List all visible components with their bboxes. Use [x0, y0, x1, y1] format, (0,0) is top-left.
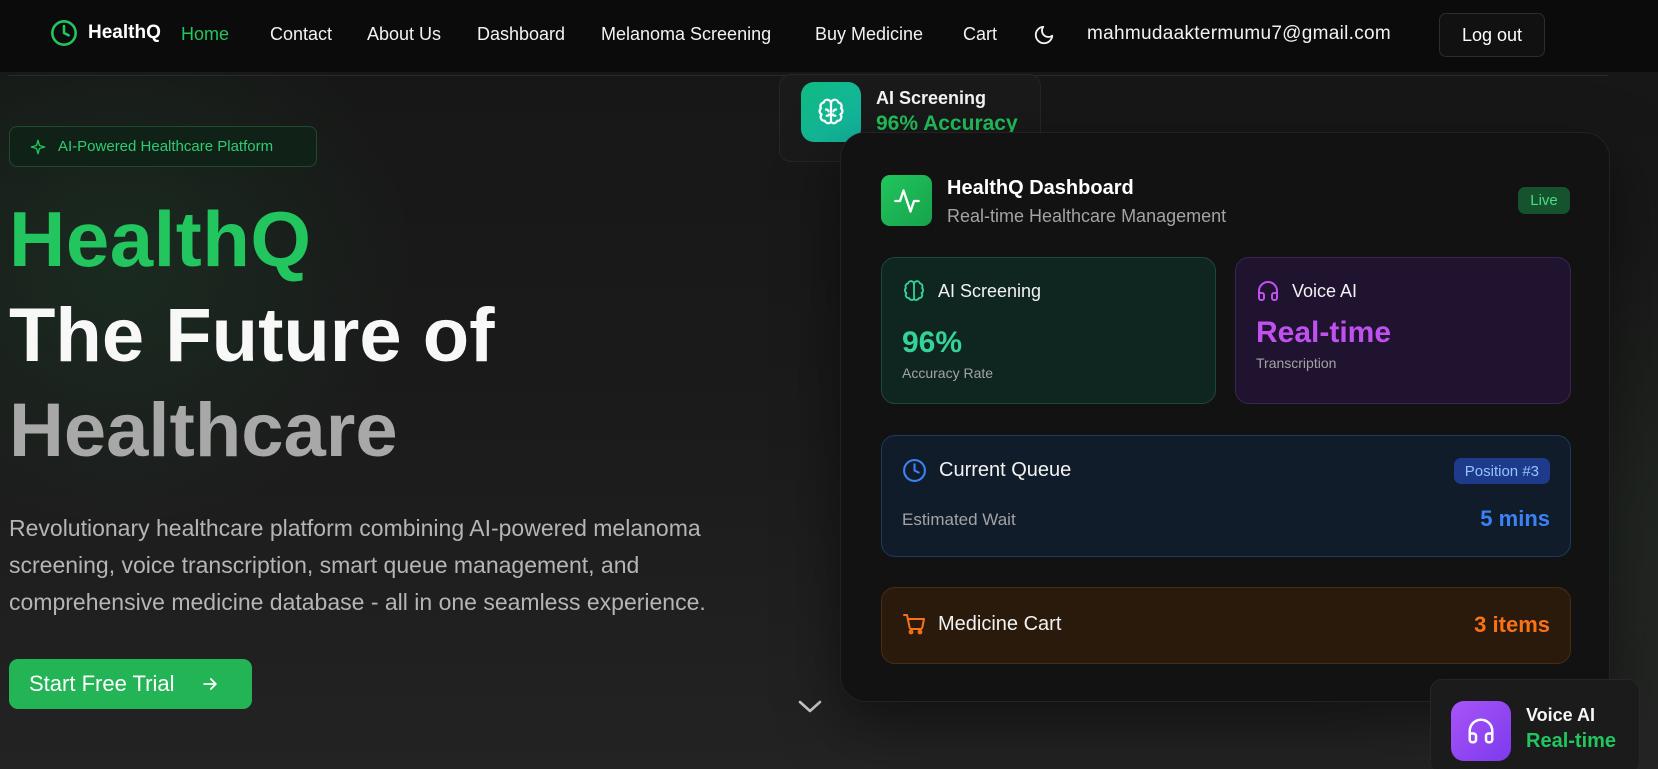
ai-screening-icon-tile	[801, 82, 861, 142]
nav-link-home[interactable]: Home	[181, 24, 229, 45]
nav-link-buy-medicine[interactable]: Buy Medicine	[815, 24, 923, 45]
nav-link-about-us[interactable]: About Us	[367, 24, 441, 45]
top-navbar: HealthQ Home Contact About Us Dashboard …	[0, 0, 1658, 72]
hero-title-brand: HealthQ	[9, 195, 312, 283]
dashboard-title: HealthQ Dashboard	[947, 177, 1134, 199]
clock-icon	[903, 459, 926, 482]
voice-ai-value: Real-time	[1256, 316, 1392, 349]
cart-icon	[903, 614, 925, 635]
headphones-icon	[1258, 281, 1278, 301]
chevron-down-icon[interactable]	[796, 696, 824, 716]
queue-position-badge: Position #3	[1453, 458, 1550, 484]
float-bottom-title: Voice AI	[1526, 705, 1596, 725]
voice-ai-icon-tile	[1451, 701, 1511, 761]
voice-ai-tile-header: Voice AI	[1256, 279, 1357, 303]
float-bottom-value: Real-time	[1526, 730, 1617, 752]
logout-button[interactable]: Log out	[1439, 13, 1545, 57]
dashboard-logo	[881, 175, 932, 226]
voice-ai-tile[interactable]: Voice AI Real-time Transcription	[1235, 257, 1571, 404]
current-queue-label: Current Queue	[939, 459, 1072, 481]
brain-icon	[904, 280, 924, 301]
voice-ai-tile-label: Voice AI	[1292, 280, 1358, 301]
ai-accuracy-caption: Accuracy Rate	[902, 365, 994, 381]
platform-badge-label: AI-Powered Healthcare Platform	[58, 138, 274, 155]
dashboard-preview-card: HealthQ Dashboard Real-time Healthcare M…	[840, 132, 1610, 702]
sparkle-icon	[30, 139, 46, 154]
medicine-cart-header: Medicine Cart	[902, 612, 1061, 636]
voice-ai-caption: Transcription	[1256, 355, 1337, 371]
nav-link-cart[interactable]: Cart	[963, 24, 997, 45]
brand[interactable]: HealthQ	[50, 19, 161, 47]
activity-icon	[893, 188, 920, 213]
hero-description: Revolutionary healthcare platform combin…	[9, 515, 706, 615]
medicine-cart-label: Medicine Cart	[938, 612, 1062, 635]
moon-icon[interactable]	[1033, 24, 1055, 46]
arrow-right-icon	[203, 678, 218, 690]
user-email: mahmudaaktermumu7@gmail.com	[1087, 23, 1392, 44]
platform-badge: AI-Powered Healthcare Platform	[9, 126, 317, 167]
estimated-wait-value: 5 mins	[1480, 506, 1550, 531]
hero-title-line3: Healthcare	[9, 388, 398, 473]
dashboard-subtitle: Real-time Healthcare Management	[947, 206, 1227, 226]
nav-link-dashboard[interactable]: Dashboard	[477, 24, 565, 45]
ai-screening-tile[interactable]: AI Screening 96% Accuracy Rate	[881, 257, 1216, 404]
medicine-cart-count: 3 items	[1474, 612, 1550, 637]
live-status-badge: Live	[1518, 187, 1570, 214]
brand-name: HealthQ	[88, 22, 161, 43]
current-queue-tile[interactable]: Current Queue Position #3 Estimated Wait…	[881, 435, 1571, 557]
brain-icon	[818, 98, 844, 125]
nav-link-contact[interactable]: Contact	[270, 24, 332, 45]
nav-link-melanoma-screening[interactable]: Melanoma Screening	[601, 24, 771, 45]
ai-screening-tile-header: AI Screening	[902, 279, 1041, 303]
headphones-icon	[1468, 718, 1494, 744]
ai-screening-tile-label: AI Screening	[938, 280, 1042, 301]
voice-ai-float-card: Voice AI Real-time	[1430, 679, 1640, 769]
current-queue-header: Current Queue	[902, 458, 1071, 483]
medicine-cart-tile[interactable]: Medicine Cart 3 items	[881, 587, 1571, 664]
start-free-trial-label: Start Free Trial	[29, 671, 175, 696]
hero-title-line2: The Future of	[9, 293, 495, 378]
float-top-title: AI Screening	[876, 88, 987, 108]
ai-accuracy-value: 96%	[902, 326, 963, 359]
start-free-trial-button[interactable]: Start Free Trial	[9, 659, 252, 709]
clock-icon	[51, 20, 77, 46]
estimated-wait-label: Estimated Wait	[902, 510, 1016, 529]
